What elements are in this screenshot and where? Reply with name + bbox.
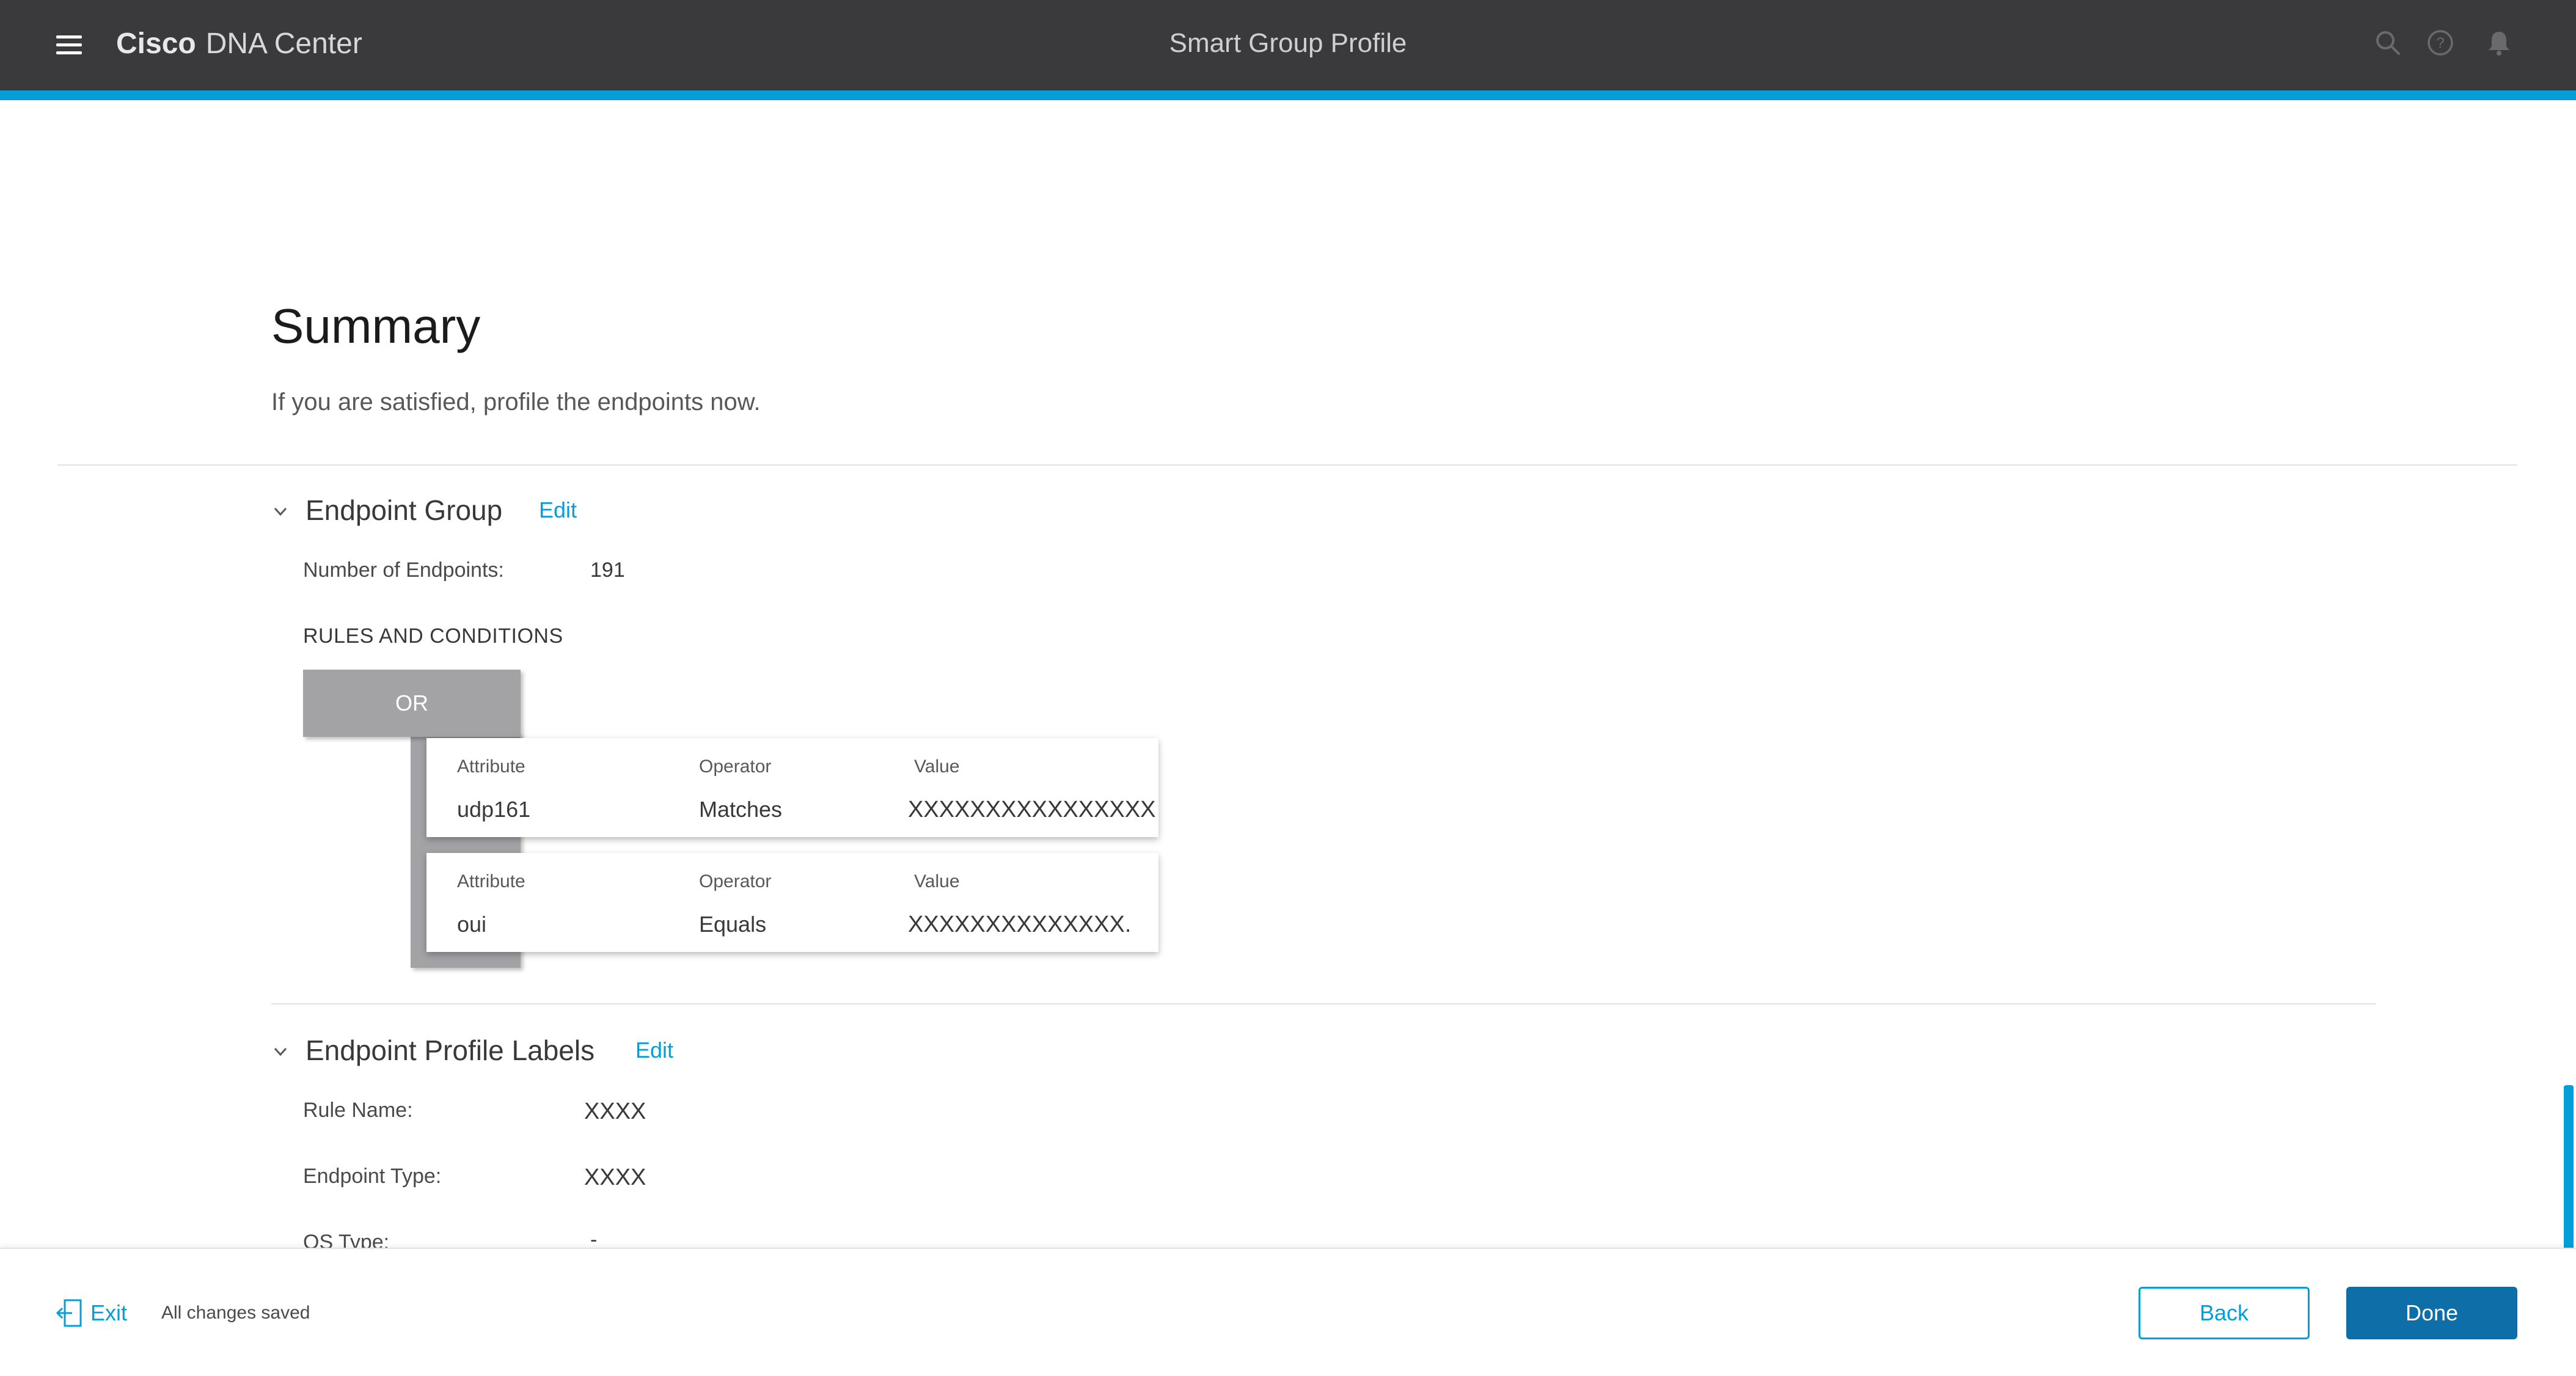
- rule-name-label: Rule Name:: [303, 1099, 413, 1122]
- value-header: Value: [914, 871, 960, 891]
- attribute-header: Attribute: [457, 756, 525, 777]
- endpoint-type-label: Endpoint Type:: [303, 1165, 442, 1188]
- section-divider: [271, 1003, 2376, 1005]
- chevron-down-icon[interactable]: [271, 502, 290, 521]
- bell-icon[interactable]: [2484, 28, 2514, 57]
- search-icon[interactable]: [2373, 28, 2402, 57]
- rule-name-value: XXXX: [584, 1099, 646, 1124]
- endpoint-profile-labels-section-header: Endpoint Profile Labels Edit: [271, 1034, 821, 1070]
- rule-operator: Matches: [699, 797, 783, 822]
- endpoint-profile-labels-title: Endpoint Profile Labels: [306, 1034, 595, 1066]
- footer-action-bar: Exit All changes saved Back Done: [0, 1248, 2576, 1376]
- exit-icon: [56, 1299, 82, 1327]
- num-endpoints-value: 191: [590, 558, 625, 582]
- rule-condition-card: Attribute Operator Value udp161 Matches …: [426, 738, 1158, 837]
- rule-condition-card: Attribute Operator Value oui Equals XXXX…: [426, 853, 1158, 952]
- value-header: Value: [914, 756, 960, 777]
- chevron-down-icon[interactable]: [271, 1042, 290, 1061]
- endpoint-group-title: Endpoint Group: [306, 494, 503, 526]
- rule-value: XXXXXXXXXXXXXXXX: [908, 797, 1156, 822]
- rule-attribute: oui: [457, 912, 487, 937]
- page-header-title: Smart Group Profile: [1169, 28, 1407, 58]
- help-icon[interactable]: ?: [2426, 28, 2455, 57]
- rule-value: XXXXXXXXXXXXXX.: [908, 912, 1132, 937]
- or-operator-block: OR: [303, 670, 521, 737]
- page-subtitle: If you are satisfied, profile the endpoi…: [271, 389, 761, 415]
- num-endpoints-label: Number of Endpoints:: [303, 558, 504, 582]
- page-scrollbar[interactable]: [2564, 1085, 2574, 1268]
- save-status-text: All changes saved: [161, 1303, 310, 1323]
- endpoint-group-edit-link[interactable]: Edit: [539, 497, 577, 523]
- attribute-header: Attribute: [457, 871, 525, 891]
- done-button[interactable]: Done: [2346, 1287, 2517, 1339]
- endpoint-profile-labels-edit-link[interactable]: Edit: [635, 1037, 673, 1063]
- page-title: Summary: [271, 299, 481, 353]
- header-accent-line: [0, 90, 2576, 100]
- summary-divider: [57, 464, 2517, 466]
- rule-attribute: udp161: [457, 797, 531, 822]
- endpoint-type-value: XXXX: [584, 1165, 646, 1190]
- operator-header: Operator: [699, 756, 772, 777]
- rules-conditions-heading: RULES AND CONDITIONS: [303, 624, 563, 648]
- rule-operator: Equals: [699, 912, 767, 937]
- exit-label: Exit: [90, 1300, 128, 1325]
- svg-text:?: ?: [2436, 35, 2444, 51]
- endpoint-group-section-header: Endpoint Group Edit: [271, 494, 760, 530]
- operator-header: Operator: [699, 871, 772, 891]
- top-navigation-bar: Cisco DNA Center Smart Group Profile ?: [0, 0, 2576, 90]
- back-button[interactable]: Back: [2139, 1287, 2310, 1339]
